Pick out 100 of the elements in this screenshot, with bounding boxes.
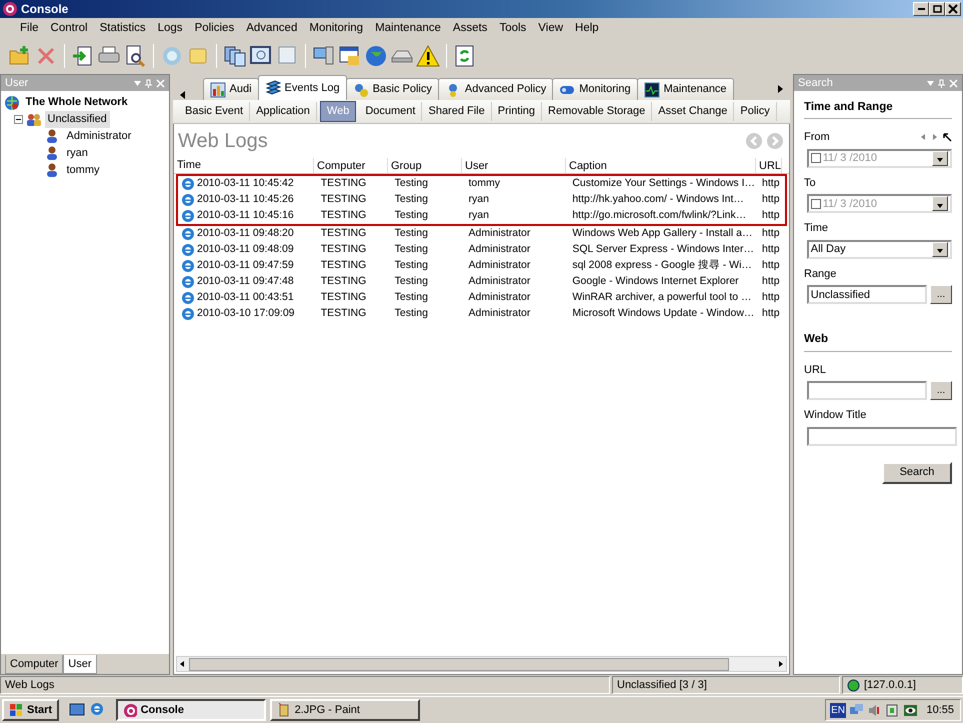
restore-icon [932, 5, 942, 13]
minimize-icon [918, 8, 924, 10]
tab[interactable]: Maintenance [636, 78, 734, 100]
browser-icon [181, 307, 195, 321]
subtab[interactable]: Printing [492, 102, 542, 121]
menu-item[interactable]: Help [569, 20, 605, 38]
table-cell-text: Testing [394, 208, 429, 224]
restore-button[interactable] [929, 2, 945, 16]
subtab[interactable]: Policy [734, 102, 777, 121]
window-list-icon[interactable] [338, 44, 362, 68]
taskbar-button[interactable]: 2.JPG - Paint [270, 699, 420, 721]
menu-item[interactable]: View [532, 20, 570, 38]
tree-item[interactable]: The Whole Network [22, 94, 130, 110]
table-cell-text: WinRAR archiver, a powerful tool to … [571, 290, 752, 306]
column-header[interactable]: User [462, 158, 566, 173]
browser-icon [181, 275, 195, 289]
close-button[interactable] [945, 2, 961, 16]
scroll-left-icon[interactable] [179, 90, 187, 100]
subtab[interactable]: Shared File [422, 102, 492, 121]
menu-item[interactable]: Policies [188, 20, 240, 38]
table-cell-text: Administrator [468, 226, 532, 242]
table-cell-text: Administrator [468, 274, 532, 290]
pin-icon[interactable] [144, 78, 154, 88]
table-cell-text: Testing [394, 258, 429, 274]
dropdown-icon[interactable] [132, 78, 142, 88]
table-cell-text: SQL Server Express - Windows Inter… [571, 242, 756, 258]
browser-icon [181, 193, 195, 207]
menu-item[interactable]: Monitoring [303, 20, 370, 38]
field-value: 11/ 3 /2010 [822, 151, 877, 166]
column-header[interactable]: Time [174, 158, 314, 173]
menu-item[interactable]: Logs [152, 20, 189, 38]
column-header[interactable]: URL [756, 158, 782, 173]
next-icon[interactable] [932, 133, 938, 141]
reset-icon[interactable] [943, 133, 952, 142]
column-header[interactable]: Computer [314, 158, 388, 173]
dropdown-field[interactable]: All Day [806, 240, 952, 259]
menu-item[interactable]: Maintenance [369, 20, 447, 38]
table-cell-text: 2010-03-10 17:09:09 [197, 306, 294, 322]
input-field[interactable] [806, 426, 957, 446]
shield-icon[interactable] [884, 702, 900, 718]
documents-icon[interactable] [223, 44, 247, 68]
subtab[interactable]: Document [359, 102, 422, 121]
tab[interactable]: Audi [202, 78, 259, 100]
table-cell-text: Windows Web App Gallery - Install a… [571, 226, 754, 242]
pin-icon[interactable] [937, 78, 946, 88]
table-cell-text: Administrator [468, 306, 532, 322]
tab[interactable]: Events Log [258, 75, 347, 100]
tree-item[interactable]: Unclassified [44, 111, 110, 128]
menu-item[interactable]: Advanced [240, 20, 304, 38]
panel-tab[interactable]: Computer [5, 654, 64, 674]
close-icon [947, 3, 959, 15]
language-indicator[interactable]: EN [830, 702, 846, 718]
status-text: Unclassified [3 / 3] [612, 676, 840, 694]
tree-item[interactable]: tommy [64, 162, 102, 178]
desktop-icon[interactable] [68, 702, 85, 718]
browse-button[interactable]: ... [930, 285, 952, 304]
table-cell-text: http [761, 306, 781, 322]
subtab[interactable]: Basic Event [179, 102, 250, 121]
menu-item[interactable]: Control [44, 20, 94, 38]
table-cell-text: 2010-03-11 10:45:42 [197, 176, 294, 192]
eye-icon[interactable] [902, 702, 918, 718]
table-cell-text: tommy [468, 176, 502, 192]
field-label: Window Title [804, 408, 866, 423]
warning-icon[interactable] [416, 44, 440, 68]
browse-button[interactable]: ... [930, 381, 952, 400]
app-icon [122, 703, 137, 717]
subtab[interactable]: Removable Storage [542, 102, 652, 121]
tree-item[interactable]: ryan [64, 145, 91, 162]
tab[interactable]: Monitoring [552, 78, 638, 100]
minimize-button[interactable] [913, 2, 929, 16]
column-header[interactable]: Caption [566, 158, 756, 173]
input-field[interactable] [806, 381, 928, 400]
input-field[interactable]: Unclassified [806, 285, 928, 304]
menu-item[interactable]: File [14, 20, 45, 38]
menu-item[interactable]: Statistics [94, 20, 152, 38]
tab[interactable]: Advanced Policy [438, 78, 554, 100]
menu-item[interactable]: Tools [493, 20, 532, 38]
browser-icon [181, 177, 195, 191]
panel-tab[interactable]: User [63, 654, 97, 674]
taskbar-button[interactable]: Console [116, 699, 266, 721]
table-cell-text: TESTING [320, 274, 368, 290]
table-cell-text: http [761, 258, 781, 274]
horizontal-scrollbar[interactable] [176, 656, 787, 672]
subtab[interactable]: Application [250, 102, 317, 121]
subtab[interactable]: Asset Change [652, 102, 734, 121]
column-header[interactable]: Group [388, 158, 462, 173]
scroll-right-icon[interactable] [776, 84, 784, 94]
menu-item[interactable]: Assets [446, 20, 494, 38]
search-button[interactable]: Search [882, 462, 952, 484]
previous-icon[interactable] [920, 133, 926, 141]
tab[interactable]: Basic Policy [346, 78, 439, 100]
close-icon[interactable] [156, 78, 165, 88]
table-cell-text: http [761, 242, 781, 258]
tree-item[interactable]: Administrator [64, 128, 134, 144]
dropdown-icon[interactable] [926, 78, 934, 88]
collapse-icon[interactable] [14, 114, 23, 124]
volume-icon[interactable] [866, 702, 882, 718]
close-icon[interactable] [949, 78, 958, 88]
start-button[interactable]: Start [2, 699, 60, 721]
table-cell-text: 2010-03-11 00:43:51 [197, 290, 294, 306]
